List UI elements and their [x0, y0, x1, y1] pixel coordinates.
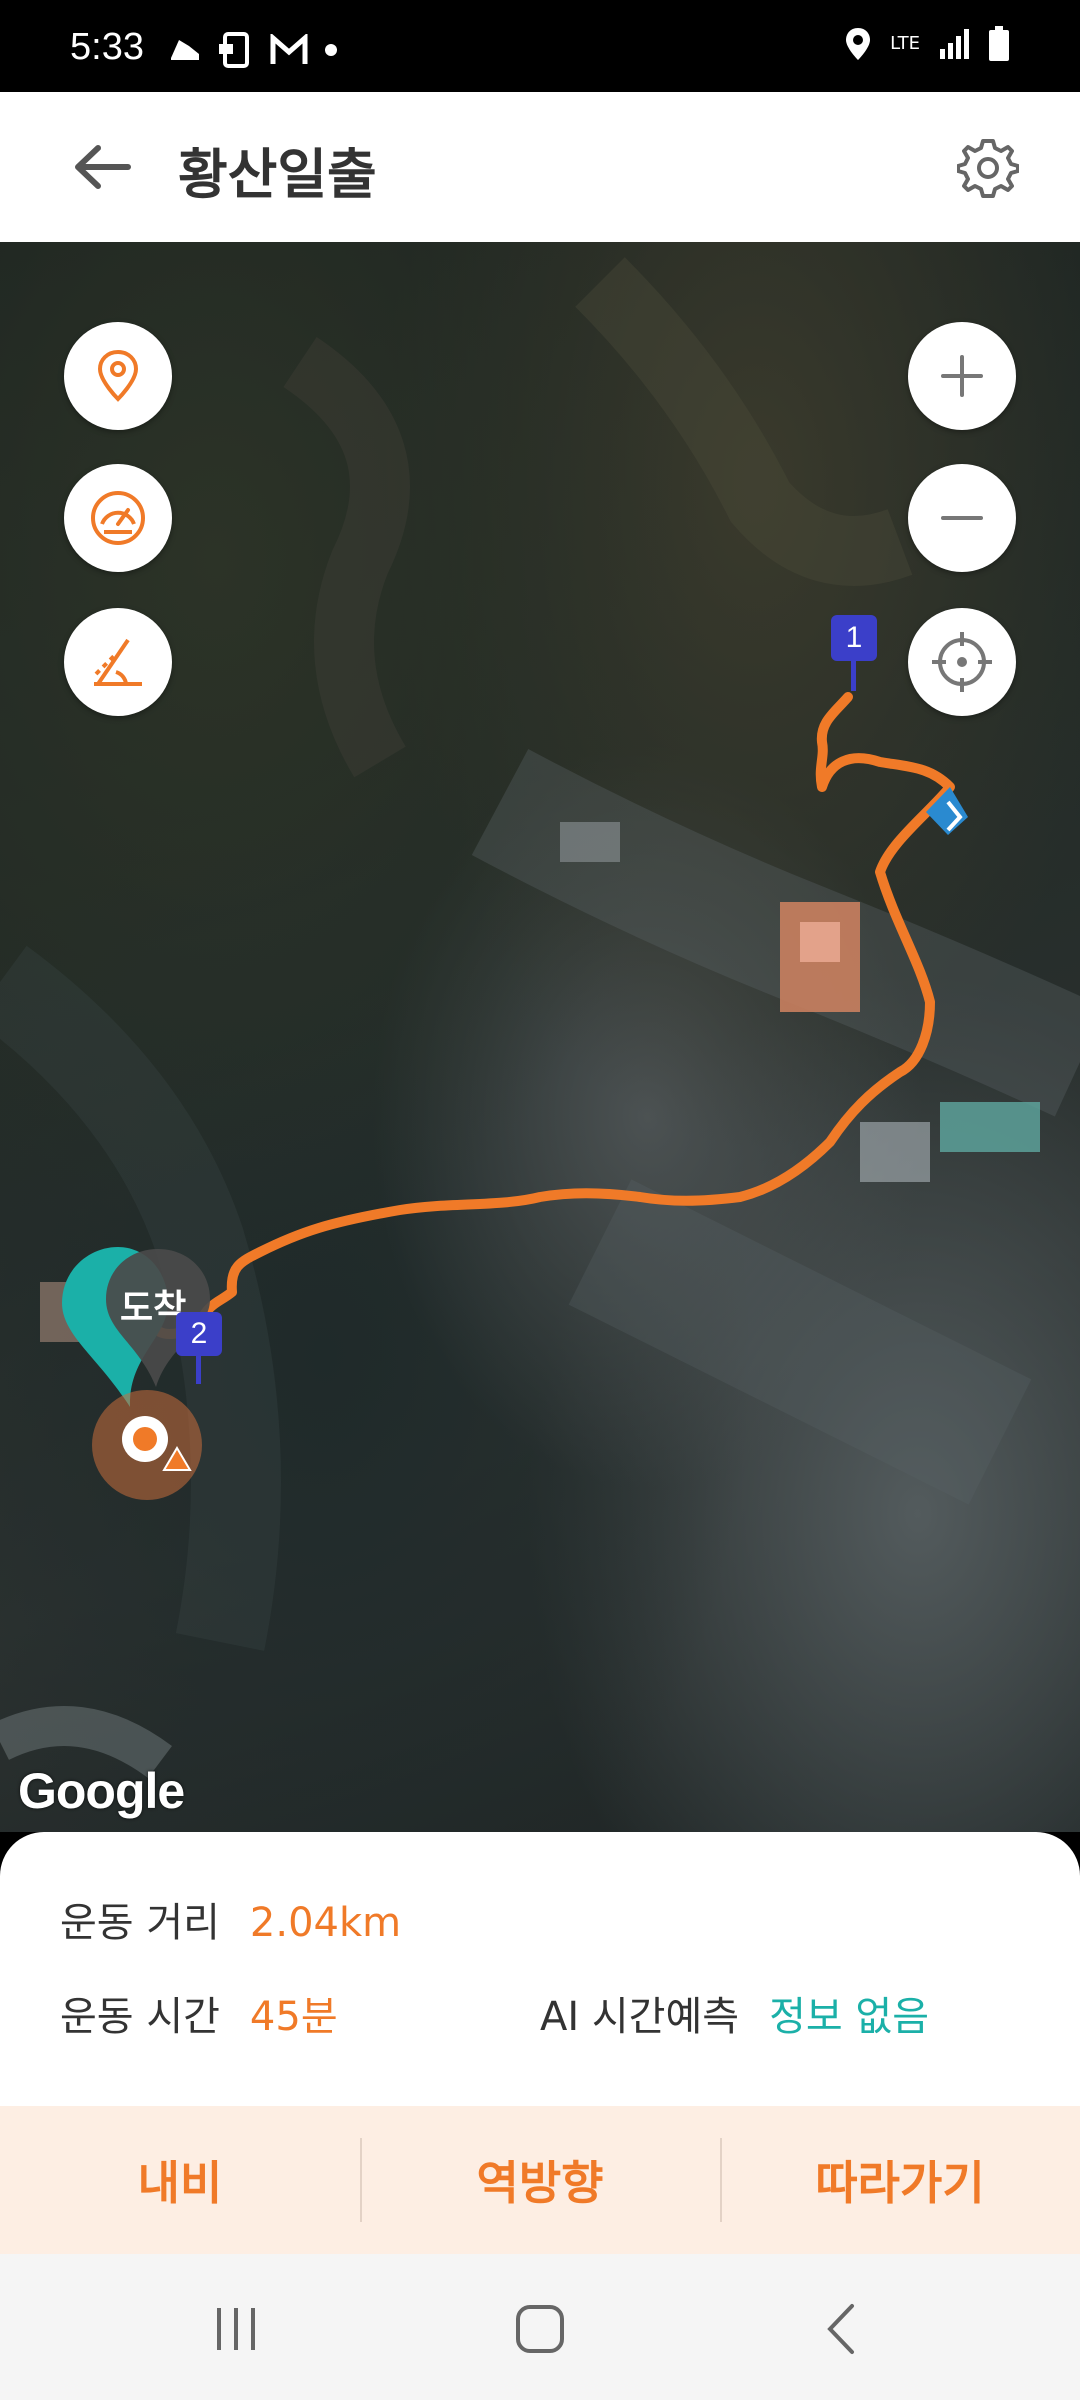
phone-screen-icon	[219, 32, 249, 68]
recents-button[interactable]	[196, 2294, 276, 2364]
elevation-button[interactable]	[64, 608, 172, 716]
arrow-left-icon	[75, 145, 131, 189]
ai-prediction-label: AI 시간예측	[540, 1994, 740, 2040]
location-pin-button[interactable]	[64, 322, 172, 430]
system-nav-bar	[0, 2254, 1080, 2400]
distance-value: 2.04km	[249, 1900, 402, 1946]
zoom-out-button[interactable]	[908, 464, 1016, 572]
triangle-icon	[162, 1446, 192, 1471]
zoom-in-icon	[941, 355, 983, 397]
status-system-icons: LTE	[844, 26, 1010, 62]
back-button[interactable]	[62, 132, 142, 202]
page-title: 황산일출	[178, 143, 377, 206]
google-attribution: Google	[18, 1763, 185, 1819]
status-bar: 5:33 LTE	[0, 0, 1080, 92]
start-marker-number: 1	[845, 621, 863, 654]
current-location-marker	[92, 1390, 202, 1500]
distance-label: 운동 거리	[60, 1900, 220, 1946]
app-header: 황산일출	[0, 92, 1080, 242]
time-row: 운동 시간 45분	[60, 1984, 338, 2042]
shoe-icon	[171, 40, 199, 60]
map-terrain	[0, 257, 1080, 1779]
gear-icon	[957, 139, 1019, 198]
reverse-button[interactable]: 역방향	[360, 2106, 720, 2254]
back-icon	[827, 2304, 854, 2354]
speedometer-icon	[91, 491, 145, 545]
navi-button[interactable]: 내비	[0, 2106, 360, 2254]
location-icon	[846, 28, 871, 60]
ai-prediction-value: 정보 없음	[769, 1994, 929, 2040]
end-marker-number: 2	[190, 1317, 208, 1350]
battery-icon	[989, 26, 1009, 61]
end-marker[interactable]: 2	[176, 1312, 222, 1402]
activity-info-panel: 운동 거리 2.04km 운동 시간 45분 AI 시간예측 정보 없음	[0, 1832, 1080, 2106]
recents-icon	[217, 2308, 255, 2350]
zoom-in-button[interactable]	[908, 322, 1016, 430]
signal-icon	[940, 29, 969, 59]
follow-button[interactable]: 따라가기	[720, 2106, 1080, 2254]
satellite-map[interactable]: 1 도착 2 Google	[0, 242, 1080, 1832]
gmail-icon	[270, 34, 308, 64]
crosshair-icon	[932, 632, 992, 692]
direction-chevron	[926, 787, 968, 835]
settings-button[interactable]	[948, 128, 1028, 208]
elevation-icon	[94, 638, 142, 686]
time-value: 45분	[249, 1994, 338, 2040]
system-back-button[interactable]	[802, 2294, 882, 2364]
network-type: LTE	[890, 33, 920, 54]
dot-icon	[325, 44, 337, 56]
action-bar: 내비 역방향 따라가기	[0, 2106, 1080, 2254]
status-time: 5:33	[70, 26, 144, 68]
time-label: 운동 시간	[60, 1994, 220, 2040]
ai-prediction-row: AI 시간예측 정보 없음	[540, 1984, 929, 2042]
location-pin-icon	[97, 349, 139, 402]
status-notification-icons	[165, 30, 339, 70]
home-icon	[516, 2305, 564, 2353]
distance-row: 운동 거리 2.04km	[60, 1890, 401, 1948]
my-location-button[interactable]	[908, 608, 1016, 716]
zoom-out-icon	[941, 516, 983, 520]
speedometer-button[interactable]	[64, 464, 172, 572]
start-marker[interactable]: 1	[831, 615, 877, 707]
home-button[interactable]	[500, 2294, 580, 2364]
